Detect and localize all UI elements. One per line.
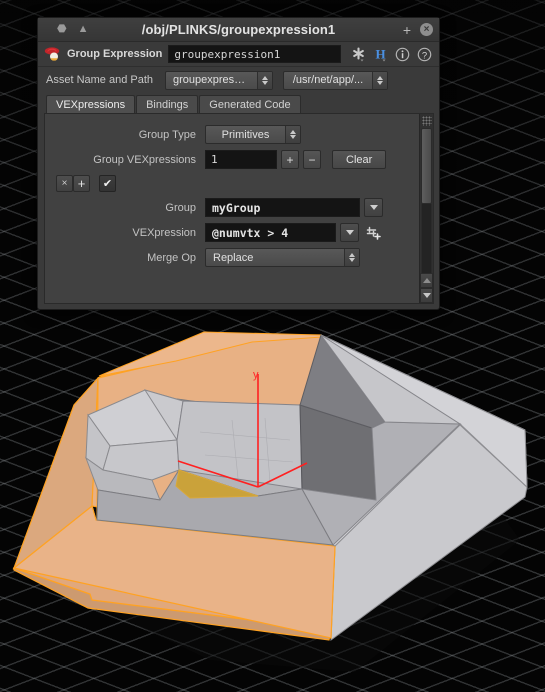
- clear-button[interactable]: Clear: [332, 150, 387, 169]
- parameter-form: Group Type Primitives Group VEXpressions…: [45, 114, 419, 303]
- group-dropdown-button[interactable]: [364, 198, 383, 217]
- group-vexpressions-input[interactable]: 1: [205, 150, 277, 169]
- info-icon[interactable]: [395, 47, 410, 62]
- asset-path-spinner[interactable]: [372, 71, 388, 89]
- insert-parameter-icon[interactable]: [366, 225, 381, 240]
- group-type-menu[interactable]: Primitives: [205, 125, 301, 144]
- node-type-label: Group Expression: [67, 48, 163, 60]
- asset-name-value: groupexpression: [173, 74, 255, 86]
- svg-text:?: ?: [422, 50, 427, 61]
- row-merge-op: Merge Op Replace: [45, 245, 419, 270]
- group-expression-node-icon: [44, 46, 61, 62]
- row-group-vexpressions: Group VEXpressions 1 + − Clear: [45, 147, 419, 172]
- group-type-label: Group Type: [138, 128, 196, 141]
- row-group: Group myGroup: [45, 195, 419, 220]
- merge-op-spinner[interactable]: [344, 249, 359, 266]
- asset-path-value: /usr/net/app/...: [292, 74, 364, 86]
- asset-row-label: Asset Name and Path: [46, 74, 154, 86]
- scrollbar-grip[interactable]: [421, 116, 432, 126]
- scrollbar-thumb[interactable]: [421, 128, 432, 204]
- asset-path-menu[interactable]: /usr/net/app/...: [283, 70, 389, 90]
- remove-instance-button[interactable]: ×: [56, 175, 73, 192]
- add-pane-button[interactable]: +: [403, 23, 411, 37]
- vexpression-input[interactable]: @numvtx > 4: [205, 223, 336, 242]
- asset-name-menu[interactable]: groupexpression: [165, 70, 274, 90]
- vexpression-label: VEXpression: [132, 226, 196, 239]
- axis-label-y: y: [253, 369, 259, 381]
- group-vexpressions-increment-button[interactable]: +: [281, 150, 299, 169]
- tab-content-vexpressions: Group Type Primitives Group VEXpressions…: [44, 113, 434, 304]
- svg-text:H: H: [375, 47, 385, 62]
- scrollbar-track[interactable]: [421, 204, 432, 273]
- panel-titlebar[interactable]: ⬣ ▲ /obj/PLINKS/groupexpression1 + ×: [38, 18, 439, 42]
- merge-op-label: Merge Op: [147, 251, 196, 264]
- add-instance-button[interactable]: +: [73, 175, 90, 192]
- scroll-down-button[interactable]: [420, 288, 433, 303]
- houdini-screen: y ⬣ ▲ /obj/PLINKS/groupexpression1 + × G…: [0, 0, 545, 692]
- close-icon[interactable]: ×: [420, 23, 433, 36]
- group-vexpressions-label: Group VEXpressions: [93, 153, 196, 166]
- enable-instance-checkbox[interactable]: ✔: [99, 175, 116, 192]
- asset-name-spinner[interactable]: [257, 71, 273, 89]
- tab-bindings[interactable]: Bindings: [136, 95, 199, 113]
- node-header-row: Group Expression groupexpression1 H ?: [38, 42, 439, 67]
- tab-vexpressions[interactable]: VEXpressions: [46, 95, 136, 113]
- houdini-h-icon[interactable]: H: [373, 46, 388, 62]
- chevron-up-icon[interactable]: ▲: [78, 24, 89, 35]
- node-name-input[interactable]: groupexpression1: [168, 45, 341, 63]
- vexpression-dropdown-button[interactable]: [340, 223, 359, 242]
- tab-strip: VEXpressions Bindings Generated Code: [38, 93, 439, 113]
- panel-title: /obj/PLINKS/groupexpression1: [141, 22, 336, 37]
- help-icon[interactable]: ?: [417, 47, 432, 62]
- group-type-spinner[interactable]: [285, 126, 300, 143]
- row-group-type: Group Type Primitives: [45, 122, 419, 147]
- tab-generated-code[interactable]: Generated Code: [199, 95, 301, 113]
- row-vexpression: VEXpression @numvtx > 4: [45, 220, 419, 245]
- multiparm-instance-controls: × + ✔: [45, 172, 419, 195]
- group-label: Group: [165, 201, 196, 214]
- gear-asterisk-icon[interactable]: [351, 47, 366, 62]
- scroll-up-button[interactable]: [420, 273, 433, 288]
- group-type-value: Primitives: [221, 128, 270, 141]
- parameter-panel[interactable]: ⬣ ▲ /obj/PLINKS/groupexpression1 + × Gro…: [37, 17, 440, 310]
- hexagon-icon[interactable]: ⬣: [57, 24, 67, 35]
- parameter-scrollbar[interactable]: [419, 114, 433, 303]
- merge-op-menu[interactable]: Replace: [205, 248, 360, 267]
- group-input[interactable]: myGroup: [205, 198, 360, 217]
- merge-op-value: Replace: [213, 251, 254, 264]
- group-vexpressions-decrement-button[interactable]: −: [303, 150, 321, 169]
- asset-name-path-row: Asset Name and Path groupexpression /usr…: [38, 67, 439, 93]
